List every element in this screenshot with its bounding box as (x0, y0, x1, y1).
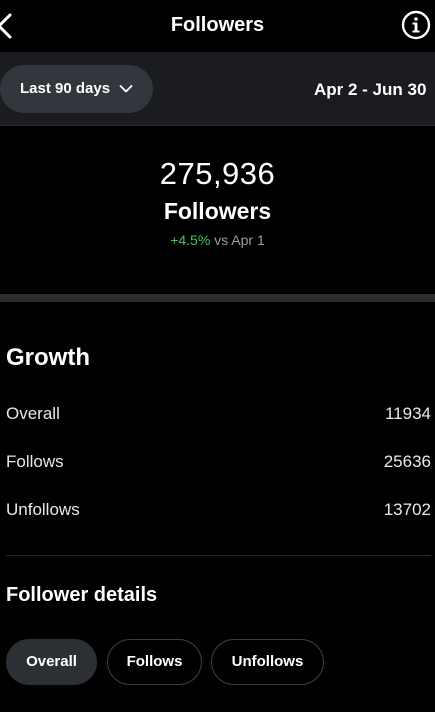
filter-chip-follows[interactable]: Follows (107, 639, 202, 685)
date-range-dropdown[interactable]: Last 90 days (0, 65, 153, 113)
divider (6, 555, 431, 556)
filter-chip-unfollows[interactable]: Unfollows (211, 639, 324, 685)
growth-value: 11934 (384, 404, 431, 423)
growth-label: Follows (6, 452, 64, 471)
date-range-text: Apr 2 - Jun 30 (314, 80, 427, 99)
section-divider (0, 294, 435, 302)
growth-label: Overall (6, 404, 60, 423)
follower-change: +4.5% vs Apr 1 (0, 232, 435, 248)
growth-value: 13702 (383, 500, 431, 519)
follower-details-heading: Follower details (6, 584, 158, 606)
growth-heading: Growth (6, 344, 90, 371)
follower-count-label: Followers (163, 198, 272, 224)
date-range-label: Last 90 days (20, 80, 111, 97)
page-title: Followers (170, 14, 265, 36)
date-range-bar: Last 90 days Apr 2 - Jun 30 (0, 52, 435, 126)
info-icon[interactable] (401, 10, 431, 40)
growth-label: Unfollows (6, 500, 80, 519)
growth-value: 25636 (383, 452, 431, 471)
follower-summary: 275,936 Followers +4.5% vs Apr 1 (0, 126, 435, 294)
filter-chip-overall[interactable]: Overall (6, 639, 97, 685)
change-percent: +4.5% (170, 232, 211, 248)
change-reference: vs Apr 1 (214, 232, 265, 248)
top-bar: Followers (0, 0, 435, 52)
growth-row-unfollows: Unfollows 13702 (6, 500, 431, 524)
growth-row-follows: Follows 25636 (6, 452, 431, 476)
growth-row-overall: Overall 11934 (6, 404, 431, 428)
chevron-down-icon (119, 85, 133, 93)
follower-count: 275,936 (159, 156, 276, 191)
